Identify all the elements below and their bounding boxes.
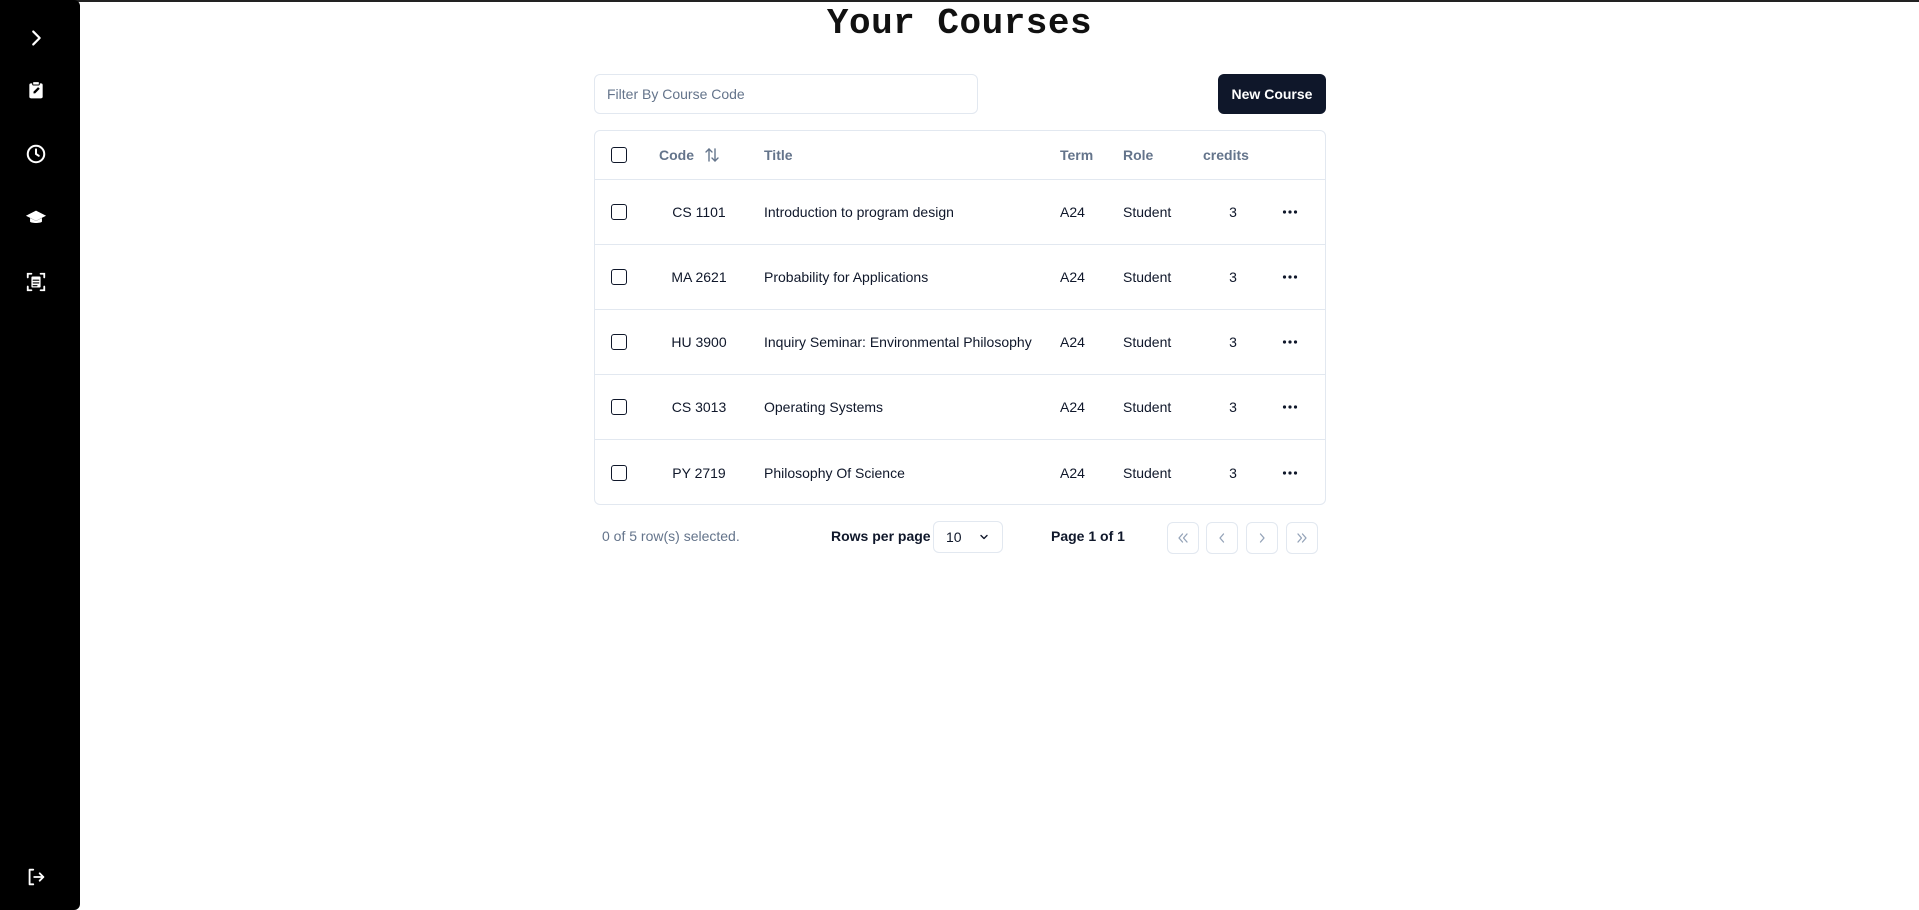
more-horizontal-icon bbox=[1282, 405, 1298, 409]
course-term: A24 bbox=[1060, 399, 1085, 415]
course-credits: 3 bbox=[1229, 334, 1237, 350]
course-code: PY 2719 bbox=[672, 464, 726, 481]
row-actions-button[interactable] bbox=[1278, 180, 1302, 244]
sidebar-item-documents[interactable] bbox=[21, 267, 51, 297]
sidebar bbox=[0, 0, 80, 910]
more-horizontal-icon bbox=[1282, 340, 1298, 344]
chevron-left-icon bbox=[1219, 533, 1225, 543]
course-credits: 3 bbox=[1229, 464, 1237, 481]
course-role: Student bbox=[1123, 399, 1172, 415]
row-checkbox[interactable] bbox=[611, 204, 627, 220]
course-term: A24 bbox=[1060, 269, 1085, 285]
sidebar-item-history[interactable] bbox=[21, 139, 51, 169]
course-credits: 3 bbox=[1229, 399, 1237, 415]
more-horizontal-icon bbox=[1282, 275, 1298, 279]
course-code: MA 2621 bbox=[671, 269, 727, 285]
row-checkbox[interactable] bbox=[611, 464, 627, 481]
new-course-button[interactable]: New Course bbox=[1218, 74, 1326, 114]
logout-icon bbox=[28, 868, 45, 886]
table-row: CS 3013 Operating Systems A24 Student 3 bbox=[595, 375, 1325, 440]
chevrons-left-icon bbox=[1178, 533, 1188, 543]
table-row: HU 3900 Inquiry Seminar: Environmental P… bbox=[595, 310, 1325, 375]
column-header-credits: credits bbox=[1203, 147, 1249, 163]
rows-per-page-label: Rows per page bbox=[831, 528, 931, 544]
course-title: Introduction to program design bbox=[764, 204, 954, 220]
previous-page-button[interactable] bbox=[1206, 522, 1238, 554]
last-page-button[interactable] bbox=[1286, 522, 1318, 554]
more-horizontal-icon bbox=[1282, 210, 1298, 214]
row-actions-button[interactable] bbox=[1278, 245, 1302, 309]
chevrons-right-icon bbox=[1297, 533, 1307, 543]
course-title: Philosophy Of Science bbox=[764, 464, 905, 481]
course-role: Student bbox=[1123, 204, 1172, 220]
rows-per-page-value: 10 bbox=[946, 529, 962, 545]
next-page-button[interactable] bbox=[1246, 522, 1278, 554]
more-horizontal-icon bbox=[1282, 470, 1298, 475]
table-row: CS 1101 Introduction to program design A… bbox=[595, 180, 1325, 245]
clipboard-edit-icon bbox=[29, 81, 43, 99]
courses-table: Code Title Term Role credits CS 1101 Int… bbox=[594, 130, 1326, 505]
row-checkbox[interactable] bbox=[611, 399, 627, 415]
course-role: Student bbox=[1123, 269, 1172, 285]
course-term: A24 bbox=[1060, 464, 1085, 481]
sidebar-item-assignments[interactable] bbox=[21, 75, 51, 105]
column-header-code-label: Code bbox=[659, 147, 694, 163]
course-code: HU 3900 bbox=[671, 334, 727, 350]
course-role: Student bbox=[1123, 334, 1172, 350]
course-term: A24 bbox=[1060, 334, 1085, 350]
page-title: Your Courses bbox=[826, 3, 1093, 44]
row-actions-button[interactable] bbox=[1278, 440, 1302, 504]
course-code: CS 1101 bbox=[672, 204, 726, 220]
chevron-down-icon bbox=[980, 534, 988, 540]
document-scan-icon bbox=[26, 272, 46, 292]
course-credits: 3 bbox=[1229, 269, 1237, 285]
sort-arrows-icon[interactable] bbox=[704, 147, 720, 163]
clock-icon bbox=[26, 144, 46, 164]
column-header-role: Role bbox=[1123, 147, 1154, 163]
selection-status: 0 of 5 row(s) selected. bbox=[602, 528, 740, 544]
table-row: PY 2719 Philosophy Of Science A24 Studen… bbox=[595, 440, 1325, 504]
column-header-code[interactable]: Code bbox=[659, 131, 749, 179]
first-page-button[interactable] bbox=[1167, 522, 1199, 554]
course-role: Student bbox=[1123, 464, 1172, 481]
row-actions-button[interactable] bbox=[1278, 310, 1302, 374]
course-term: A24 bbox=[1060, 204, 1085, 220]
column-header-term: Term bbox=[1060, 147, 1094, 163]
course-title: Operating Systems bbox=[764, 399, 884, 415]
page-indicator: Page 1 of 1 bbox=[1051, 528, 1125, 544]
table-header-row: Code Title Term Role credits bbox=[595, 131, 1325, 180]
chevron-right-icon bbox=[1259, 533, 1265, 543]
column-header-title: Title bbox=[764, 147, 793, 163]
rows-per-page-select[interactable]: 10 bbox=[933, 521, 1003, 553]
logout-button[interactable] bbox=[21, 862, 51, 892]
course-title: Inquiry Seminar: Environmental Philosoph… bbox=[764, 334, 1032, 350]
course-title: Probability for Applications bbox=[764, 269, 929, 285]
course-credits: 3 bbox=[1229, 204, 1237, 220]
select-all-checkbox[interactable] bbox=[611, 147, 627, 163]
graduation-cap-icon bbox=[25, 210, 47, 224]
course-code: CS 3013 bbox=[671, 399, 727, 415]
row-actions-button[interactable] bbox=[1278, 375, 1302, 439]
row-checkbox[interactable] bbox=[611, 269, 627, 285]
table-row: MA 2621 Probability for Applications A24… bbox=[595, 245, 1325, 310]
top-border bbox=[0, 0, 1919, 2]
row-checkbox[interactable] bbox=[611, 334, 627, 350]
course-code-filter-input[interactable] bbox=[594, 74, 978, 114]
sidebar-item-courses[interactable] bbox=[21, 203, 51, 233]
